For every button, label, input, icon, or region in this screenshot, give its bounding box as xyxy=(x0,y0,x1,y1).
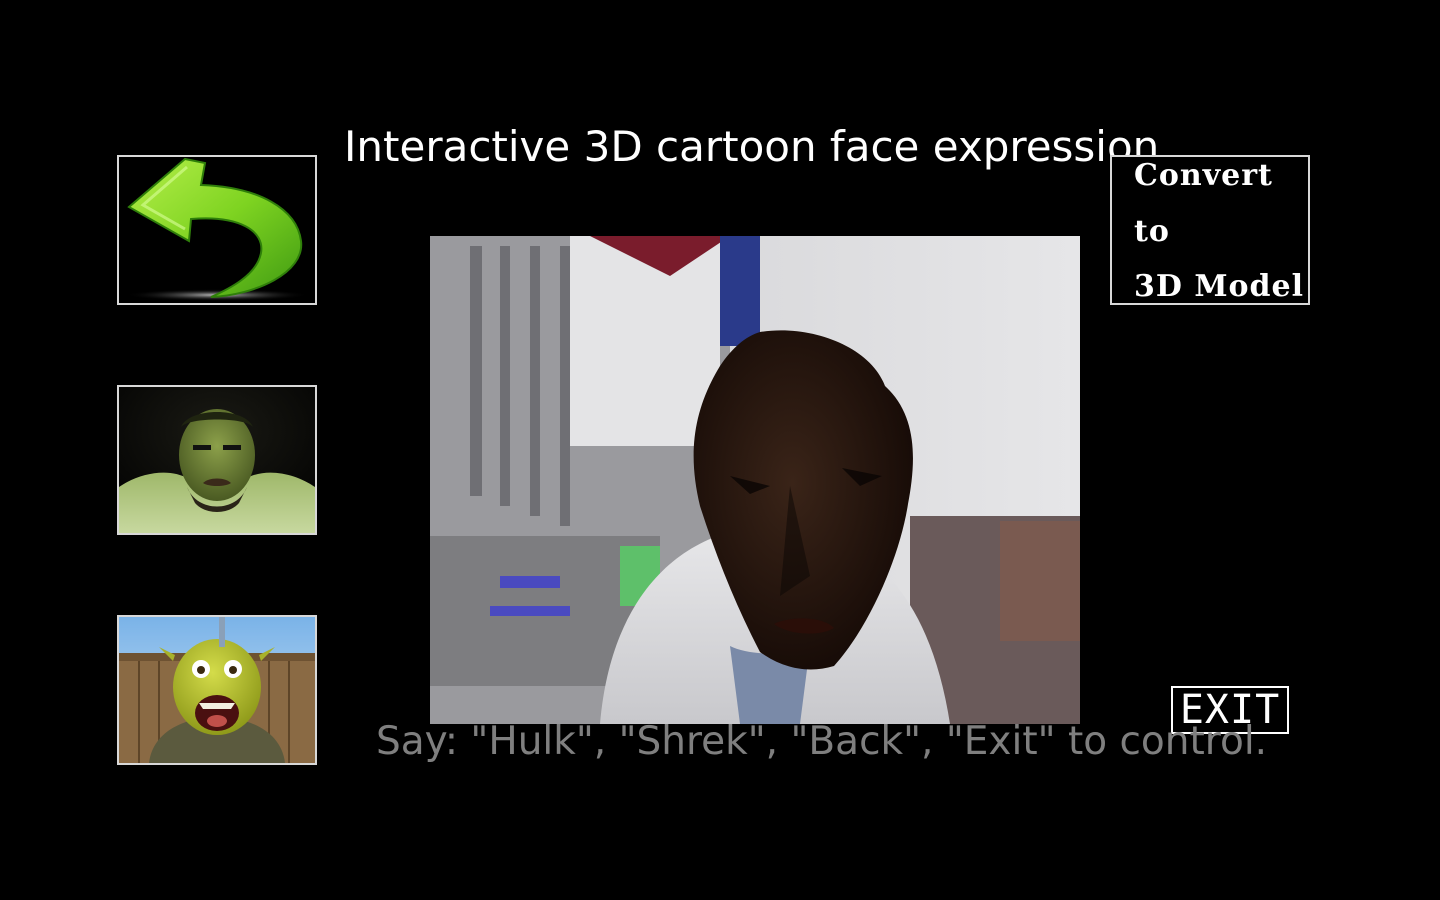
convert-label-line3: 3D Model xyxy=(1134,269,1305,304)
voice-command-hint: Say: "Hulk", "Shrek", "Back", "Exit" to … xyxy=(376,719,1268,764)
webcam-feed-image xyxy=(430,236,1080,724)
page-title: Interactive 3D cartoon face expression xyxy=(344,122,1160,171)
convert-to-3d-model-button[interactable]: Convert to 3D Model xyxy=(1110,155,1310,305)
hulk-face-image xyxy=(119,387,315,533)
convert-label-line1: Convert xyxy=(1134,158,1273,193)
shrek-button[interactable] xyxy=(117,615,317,765)
back-arrow-icon xyxy=(125,157,309,301)
convert-label-line2: to xyxy=(1134,214,1170,249)
camera-view xyxy=(430,236,1080,724)
hulk-button[interactable] xyxy=(117,385,317,535)
main-screen: Interactive 3D cartoon face expression C… xyxy=(0,0,1440,900)
back-button[interactable] xyxy=(117,155,317,305)
shrek-face-image xyxy=(119,617,315,763)
